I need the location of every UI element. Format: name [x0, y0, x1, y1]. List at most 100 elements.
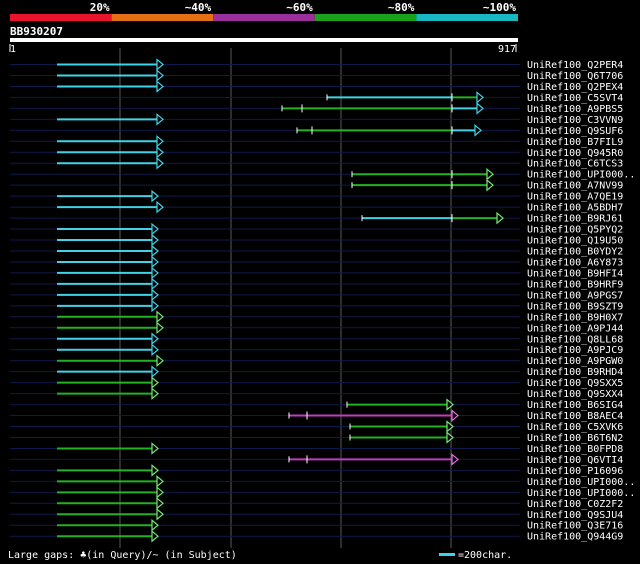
- hit-name[interactable]: UniRef100_B9RHD4: [527, 367, 623, 378]
- hit-arrowhead: [151, 464, 159, 477]
- hit-name[interactable]: UniRef100_A9PGW0: [527, 356, 623, 367]
- hit-row[interactable]: UniRef100_Q19U50: [10, 233, 623, 247]
- hit-row[interactable]: UniRef100_Q3E716: [10, 518, 623, 532]
- large-gaps-legend: Large gaps: ♣(in Query)/~ (in Subject): [8, 550, 237, 561]
- hit-row[interactable]: UniRef100_B6SIG4: [10, 398, 623, 412]
- hit-arrowhead: [156, 58, 164, 71]
- hit-row[interactable]: UniRef100_Q6VTI4: [10, 453, 623, 466]
- scale-label: =200char.: [458, 550, 512, 561]
- hit-row[interactable]: UniRef100_B7FIL9: [10, 135, 623, 148]
- hit-row[interactable]: UniRef100_Q5PYQ2: [10, 222, 623, 236]
- hit-row[interactable]: UniRef100_A9PGW0: [10, 354, 623, 368]
- hit-row[interactable]: UniRef100_C0Z2F2: [10, 497, 623, 510]
- hit-arrowhead: [156, 310, 164, 324]
- hit-name[interactable]: UniRef100_B7FIL9: [527, 137, 623, 148]
- hit-name[interactable]: UniRef100_A5BDH7: [527, 203, 623, 214]
- hit-row[interactable]: UniRef100_Q2PER4: [10, 58, 623, 72]
- hit-row[interactable]: UniRef100_P16096: [10, 464, 623, 477]
- hit-row[interactable]: UniRef100_B9H0X7: [10, 310, 623, 324]
- hit-name[interactable]: UniRef100_Q2PER4: [527, 60, 623, 71]
- hit-row[interactable]: UniRef100_Q945R0: [10, 145, 623, 159]
- hit-arrowhead: [151, 222, 159, 236]
- hit-name[interactable]: UniRef100_A9PBS5: [527, 104, 623, 115]
- hit-name[interactable]: UniRef100_B9RJ61: [527, 214, 623, 225]
- hit-row[interactable]: UniRef100_A9PBS5: [10, 102, 623, 115]
- hit-row[interactable]: UniRef100_A7NV99: [10, 178, 623, 192]
- hit-row[interactable]: UniRef100_B9HFI4: [10, 266, 623, 280]
- hit-name[interactable]: UniRef100_A6Y873: [527, 257, 623, 268]
- hit-name[interactable]: UniRef100_UPI000..: [527, 488, 635, 499]
- hit-name[interactable]: UniRef100_A9PJ44: [527, 323, 623, 334]
- hit-row[interactable]: UniRef100_UPI000..: [10, 475, 635, 488]
- hit-name[interactable]: UniRef100_UPI000..: [527, 170, 635, 181]
- hit-row[interactable]: UniRef100_Q2PEX4: [10, 80, 623, 93]
- hit-row[interactable]: UniRef100_UPI000..: [10, 167, 635, 181]
- hit-row[interactable]: UniRef100_Q944G9: [10, 529, 623, 543]
- hit-arrowhead: [156, 200, 164, 214]
- hit-name[interactable]: UniRef100_Q9SJU4: [527, 510, 623, 521]
- hit-arrowhead: [451, 453, 459, 466]
- hit-row[interactable]: UniRef100_Q9SXX5: [10, 376, 623, 390]
- hit-row[interactable]: UniRef100_B6T6N2: [10, 431, 623, 444]
- hit-row[interactable]: UniRef100_B9RHD4: [10, 365, 623, 379]
- hit-row[interactable]: UniRef100_A9PJC9: [10, 343, 623, 357]
- hit-arrowhead: [446, 420, 454, 433]
- hit-name[interactable]: UniRef100_Q945R0: [527, 148, 623, 159]
- hit-row[interactable]: UniRef100_Q9SUF6: [10, 124, 623, 137]
- hit-row[interactable]: UniRef100_Q9SXX4: [10, 387, 623, 401]
- hit-name[interactable]: UniRef100_A7NV99: [527, 181, 623, 192]
- hit-row[interactable]: UniRef100_A7QE19: [10, 189, 623, 203]
- hit-row[interactable]: UniRef100_B8AEC4: [10, 409, 623, 423]
- hit-name[interactable]: UniRef100_C5SVT4: [527, 93, 623, 104]
- hit-name[interactable]: UniRef100_Q2PEX4: [527, 82, 623, 93]
- hit-arrowhead: [151, 529, 159, 543]
- hit-name[interactable]: UniRef100_Q3E716: [527, 521, 623, 532]
- hit-name[interactable]: UniRef100_Q9SXX5: [527, 378, 623, 389]
- hit-name[interactable]: UniRef100_Q6VTI4: [527, 455, 623, 466]
- hit-row[interactable]: UniRef100_UPI000..: [10, 486, 635, 499]
- hit-arrowhead: [151, 189, 159, 203]
- hit-name[interactable]: UniRef100_P16096: [527, 466, 623, 477]
- hit-name[interactable]: UniRef100_B9H0X7: [527, 312, 623, 323]
- hit-name[interactable]: UniRef100_A7QE19: [527, 192, 623, 203]
- hit-name[interactable]: UniRef100_B0FPD8: [527, 444, 623, 455]
- hit-row[interactable]: UniRef100_Q9SJU4: [10, 507, 623, 521]
- hit-name[interactable]: UniRef100_B8AEC4: [527, 411, 623, 422]
- hit-row[interactable]: UniRef100_B9SZT9: [10, 299, 623, 313]
- hit-name[interactable]: UniRef100_B9HFI4: [527, 268, 623, 279]
- hit-name[interactable]: UniRef100_Q9SXX4: [527, 389, 623, 400]
- hit-name[interactable]: UniRef100_C5XVK6: [527, 422, 623, 433]
- hit-row[interactable]: UniRef100_C6TCS3: [10, 156, 623, 170]
- hit-row[interactable]: UniRef100_A5BDH7: [10, 200, 623, 214]
- hit-name[interactable]: UniRef100_B9HRF9: [527, 279, 623, 290]
- hit-row[interactable]: UniRef100_B9HRF9: [10, 277, 623, 291]
- hit-name[interactable]: UniRef100_Q9SUF6: [527, 126, 623, 137]
- hit-row[interactable]: UniRef100_C5SVT4: [10, 91, 623, 104]
- hit-name[interactable]: UniRef100_Q5PYQ2: [527, 225, 623, 236]
- hit-name[interactable]: UniRef100_Q944G9: [527, 532, 623, 543]
- hit-name[interactable]: UniRef100_C0Z2F2: [527, 499, 623, 510]
- hit-name[interactable]: UniRef100_UPI000..: [527, 477, 635, 488]
- hit-row[interactable]: UniRef100_B0YDY2: [10, 244, 623, 257]
- hit-name[interactable]: UniRef100_B0YDY2: [527, 246, 623, 257]
- hit-row[interactable]: UniRef100_B9RJ61: [10, 211, 623, 225]
- hit-name[interactable]: UniRef100_B6T6N2: [527, 433, 623, 444]
- hit-row[interactable]: UniRef100_A9PGS7: [10, 288, 623, 302]
- hit-name[interactable]: UniRef100_Q6T706: [527, 71, 623, 82]
- hit-name[interactable]: UniRef100_C6TCS3: [527, 159, 623, 170]
- hit-row[interactable]: UniRef100_C5XVK6: [10, 420, 623, 434]
- hit-row[interactable]: UniRef100_A9PJ44: [10, 321, 623, 335]
- hit-arrowhead: [156, 354, 164, 367]
- hit-name[interactable]: UniRef100_B6SIG4: [527, 400, 623, 411]
- hit-name[interactable]: UniRef100_C3VVN9: [527, 115, 623, 126]
- hit-row[interactable]: UniRef100_C3VVN9: [10, 113, 623, 126]
- hit-name[interactable]: UniRef100_A9PJC9: [527, 345, 623, 356]
- hit-row[interactable]: UniRef100_Q6T706: [10, 69, 623, 82]
- hit-name[interactable]: UniRef100_Q19U50: [527, 236, 623, 247]
- hit-row[interactable]: UniRef100_B0FPD8: [10, 442, 623, 455]
- hit-name[interactable]: UniRef100_Q8LL68: [527, 334, 623, 345]
- hit-name[interactable]: UniRef100_A9PGS7: [527, 290, 623, 301]
- hit-name[interactable]: UniRef100_B9SZT9: [527, 301, 623, 312]
- hit-row[interactable]: UniRef100_Q8LL68: [10, 332, 623, 346]
- hit-row[interactable]: UniRef100_A6Y873: [10, 255, 623, 269]
